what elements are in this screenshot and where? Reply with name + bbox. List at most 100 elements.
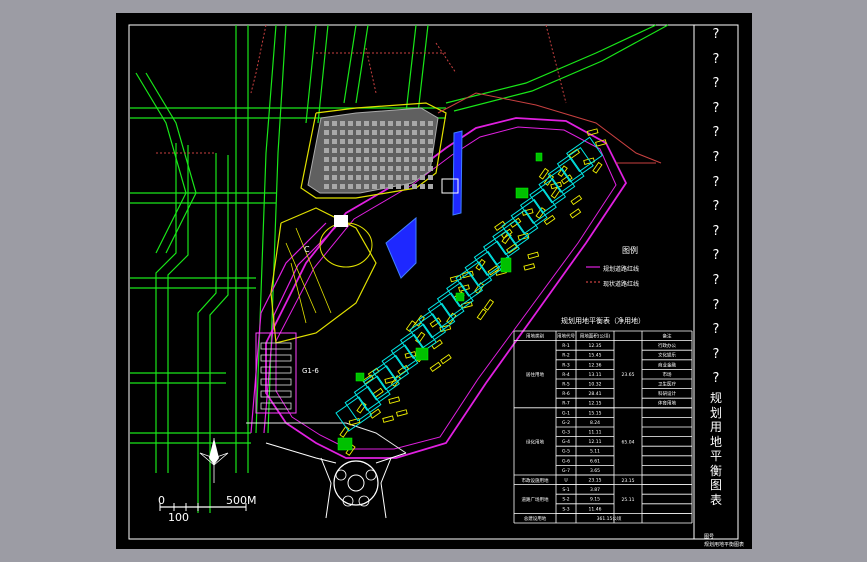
- building-block: [428, 166, 433, 171]
- cad-viewport[interactable]: 规划用地平衡表（净用地） 用地类别 用地代号 用地面积(公顷) 备注 R-1 12.35 行政…: [116, 13, 752, 549]
- site-plan-drawing: 规划用地平衡表（净用地） 用地类别 用地代号 用地面积(公顷) 备注 R-1 12.35 行政…: [128, 24, 739, 540]
- building-block: [348, 130, 353, 135]
- building-block: [428, 184, 433, 189]
- residential-building: [538, 167, 550, 180]
- green-space: [455, 292, 465, 302]
- residential-building: [583, 157, 595, 165]
- table-group-total: 23.65: [622, 372, 635, 378]
- corner-note-1: 图号: [704, 534, 715, 540]
- building-block: [356, 166, 361, 171]
- building-block: [364, 157, 369, 162]
- building-block: [340, 175, 345, 180]
- table-group-name: 居住用地: [526, 371, 544, 378]
- table-group-total: 25.11: [622, 497, 635, 503]
- building-block: [364, 148, 369, 153]
- building-block: [324, 139, 329, 144]
- building-block: [372, 166, 377, 171]
- table-code: S-3: [562, 506, 569, 512]
- road-line: [445, 24, 657, 104]
- question-mark: ?: [712, 346, 720, 362]
- question-mark: ?: [712, 297, 720, 313]
- question-mark: ?: [712, 51, 720, 67]
- residential-building: [483, 299, 495, 311]
- table-note: 行政办公: [658, 342, 676, 349]
- scale-end-label: 500M: [226, 494, 257, 507]
- table-area: 6.61: [590, 458, 600, 464]
- building-block: [388, 166, 393, 171]
- building-block: [324, 148, 329, 153]
- table-header: 用地面积(公顷): [580, 333, 611, 340]
- table-code: R-7: [562, 401, 570, 407]
- building-block: [372, 184, 377, 189]
- water-strip: [452, 130, 463, 216]
- building-block: [348, 139, 353, 144]
- building-block: [388, 139, 393, 144]
- plan-geometry: [128, 24, 739, 540]
- table-note: 卫生医疗: [658, 381, 676, 388]
- building-block: [412, 175, 417, 180]
- building-block: [388, 175, 393, 180]
- building-block: [428, 148, 433, 153]
- c-zone-outline: [270, 207, 377, 344]
- table-code: R-3: [562, 362, 570, 368]
- building-block: [372, 121, 377, 126]
- building-block: [340, 130, 345, 135]
- table-footer-label: 总建设用地: [524, 515, 547, 522]
- roundabout-island: [358, 495, 370, 507]
- table-code: S-2: [562, 497, 569, 503]
- building-block: [340, 166, 345, 171]
- table-code: R-6: [562, 391, 570, 397]
- existing-road-dashed: [250, 24, 267, 94]
- building-block: [412, 148, 417, 153]
- question-mark: ?: [712, 174, 720, 190]
- legend-title: 图例: [622, 246, 638, 255]
- question-mark-column: ???????????????: [707, 23, 725, 392]
- green-space: [415, 347, 429, 361]
- building-block: [420, 139, 425, 144]
- table-note: 科研设计: [658, 390, 676, 397]
- building-block: [348, 121, 353, 126]
- building-block: [412, 121, 417, 126]
- building-block: [332, 139, 337, 144]
- residential-building: [382, 415, 395, 423]
- building-block: [356, 175, 361, 180]
- table-header: 用地代号: [557, 333, 575, 340]
- question-mark: ?: [712, 248, 720, 264]
- question-mark: ?: [712, 100, 720, 116]
- question-mark: ?: [712, 125, 720, 141]
- building-block: [412, 184, 417, 189]
- roundabout-island: [365, 469, 377, 481]
- building-block: [372, 157, 377, 162]
- roundabout-inner: [347, 474, 365, 492]
- building-block: [396, 184, 401, 189]
- c-zone-circle: [319, 222, 373, 268]
- zone-label-c: C: [304, 245, 310, 254]
- green-space: [500, 257, 512, 273]
- table-area: 12.36: [589, 362, 602, 368]
- building-block: [396, 121, 401, 126]
- building-block: [396, 166, 401, 171]
- table-area: 13.11: [589, 372, 602, 378]
- building-block: [428, 121, 433, 126]
- building-block: [332, 157, 337, 162]
- table-area: 12.15: [589, 401, 602, 407]
- building-block: [380, 139, 385, 144]
- building-block: [420, 130, 425, 135]
- building-block: [380, 121, 385, 126]
- building-block: [332, 121, 337, 126]
- table-area: 12.35: [589, 343, 602, 349]
- building-block: [412, 166, 417, 171]
- building-block: [404, 157, 409, 162]
- question-mark: ?: [712, 149, 720, 165]
- building-block: [324, 130, 329, 135]
- building-block: [348, 166, 353, 171]
- table-code: U: [564, 478, 567, 484]
- table-group-name: 市政设施用地: [522, 477, 549, 484]
- question-mark: ?: [712, 371, 720, 387]
- building-block: [340, 148, 345, 153]
- residential-building: [569, 208, 582, 219]
- north-arrow: [199, 438, 229, 483]
- table-group-total: 23.15: [622, 478, 635, 484]
- building-block: [356, 121, 361, 126]
- zone-label-g1-6: G1-6: [302, 367, 319, 375]
